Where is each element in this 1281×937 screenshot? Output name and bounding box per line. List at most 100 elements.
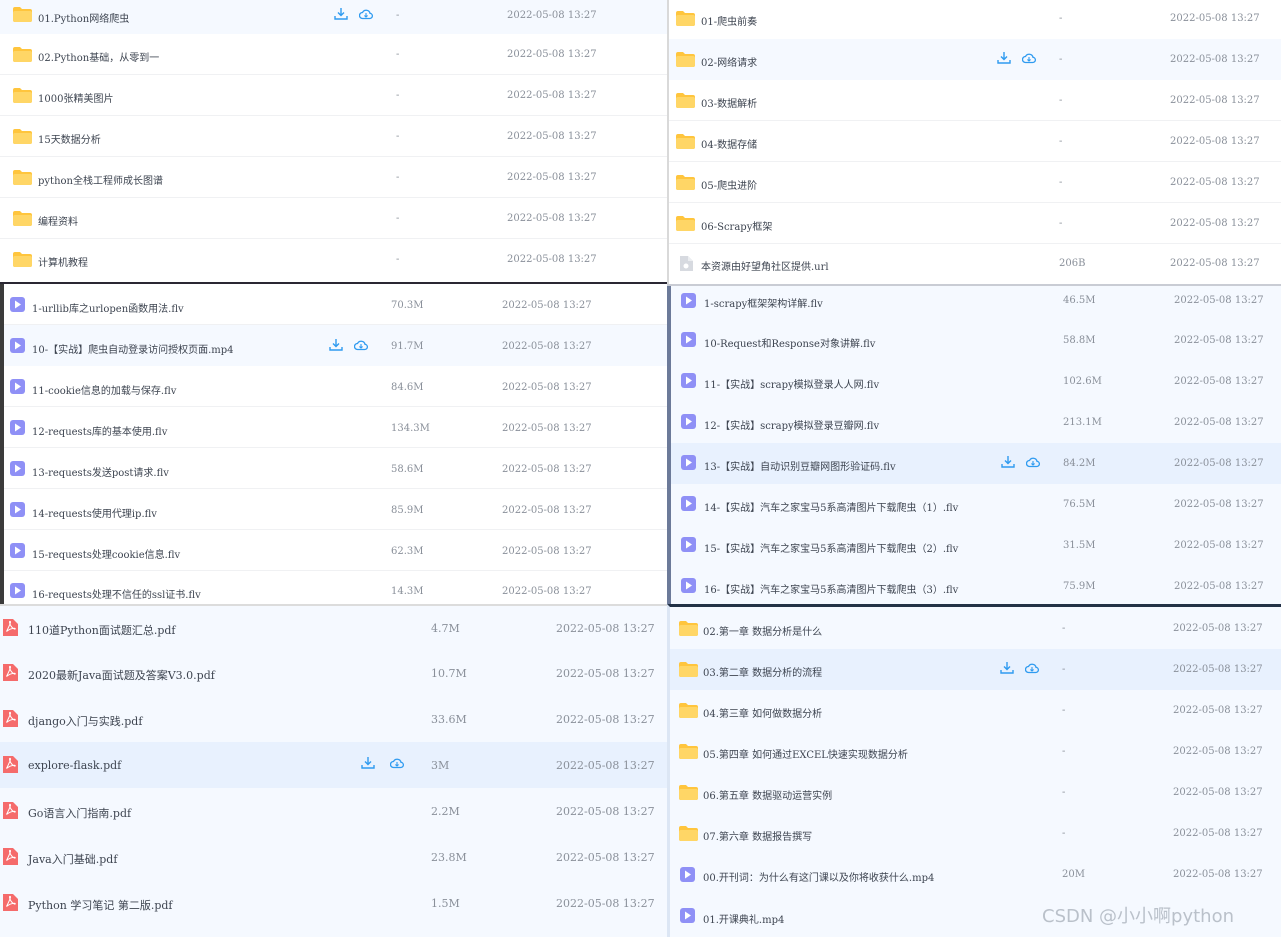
file-row[interactable]: Java入门基础.pdf 23.8M 2022-05-08 13:27 [0,834,667,880]
file-name[interactable]: 15天数据分析 [38,131,101,146]
file-name[interactable]: 本资源由好望角社区提供.url [701,258,829,273]
file-name[interactable]: 05-爬虫进阶 [701,177,757,192]
file-name[interactable]: 06.第五章 数据驱动运营实例 [703,787,832,802]
cloud-save-icon[interactable] [1025,662,1039,674]
file-name[interactable]: 10-Request和Response对象讲解.flv [704,335,875,350]
file-row[interactable]: 01-爬虫前奏 - 2022-05-08 13:27 [669,0,1281,39]
file-name[interactable]: 13-【实战】自动识别豆瓣网图形验证码.flv [704,458,896,473]
file-row[interactable]: 06.第五章 数据驱动运营实例 - 2022-05-08 13:27 [670,772,1281,813]
file-row[interactable]: 1-urllib库之urlopen函数用法.flv 70.3M 2022-05-… [4,284,667,325]
file-name[interactable]: 14-【实战】汽车之家宝马5系高清图片下载爬虫（1）.flv [704,499,958,514]
file-row[interactable]: 14-【实战】汽车之家宝马5系高清图片下载爬虫（1）.flv 76.5M 202… [671,484,1281,525]
file-name[interactable]: 01-爬虫前奏 [701,13,757,28]
file-row[interactable]: 2020最新Java面试题及答案V3.0.pdf 10.7M 2022-05-0… [0,650,667,696]
file-name[interactable]: 01.Python网络爬虫 [38,10,129,25]
file-row[interactable]: django入门与实践.pdf 33.6M 2022-05-08 13:27 [0,696,667,742]
download-icon[interactable] [334,8,348,20]
file-name[interactable]: 03-数据解析 [701,95,757,110]
file-row[interactable]: 10-【实战】爬虫自动登录访问授权页面.mp4 91.7M 2022-05-08… [4,325,667,366]
file-row[interactable]: 15天数据分析 - 2022-05-08 13:27 [0,116,667,157]
file-row[interactable]: python全栈工程师成长图谱 - 2022-05-08 13:27 [0,157,667,198]
file-row[interactable]: Python 学习笔记 第二版.pdf 1.5M 2022-05-08 13:2… [0,880,667,926]
cloud-save-icon[interactable] [390,757,404,769]
file-name[interactable]: 12-【实战】scrapy模拟登录豆瓣网.flv [704,417,879,432]
file-row[interactable]: 16-【实战】汽车之家宝马5系高清图片下载爬虫（3）.flv 75.9M 202… [671,566,1281,604]
file-name[interactable]: 07.第六章 数据报告撰写 [703,828,812,843]
file-row[interactable]: 05-爬虫进阶 - 2022-05-08 13:27 [669,162,1281,203]
file-name[interactable]: 16-【实战】汽车之家宝马5系高清图片下载爬虫（3）.flv [704,581,958,596]
file-name[interactable]: 110道Python面试题汇总.pdf [28,622,175,638]
file-name[interactable]: 05.第四章 如何通过EXCEL快速实现数据分析 [703,746,908,761]
file-name[interactable]: 01.开课典礼.mp4 [703,911,784,926]
download-icon[interactable] [361,757,375,769]
file-name[interactable]: 13-requests发送post请求.flv [32,464,169,479]
file-row[interactable]: 04.第三章 如何做数据分析 - 2022-05-08 13:27 [670,690,1281,731]
file-row[interactable]: 03.第二章 数据分析的流程 - 2022-05-08 13:27 [670,649,1281,690]
file-row[interactable]: 02.第一章 数据分析是什么 - 2022-05-08 13:27 [670,607,1281,649]
file-row[interactable]: 计算机教程 - 2022-05-08 13:27 [0,239,667,280]
cloud-save-icon[interactable] [1022,52,1036,64]
file-name[interactable]: Java入门基础.pdf [28,851,117,867]
download-icon[interactable] [329,339,343,351]
file-row[interactable]: 110道Python面试题汇总.pdf 4.7M 2022-05-08 13:2… [0,606,667,650]
file-row[interactable]: 05.第四章 如何通过EXCEL快速实现数据分析 - 2022-05-08 13… [670,731,1281,772]
file-name[interactable]: Go语言入门指南.pdf [28,805,131,821]
file-row[interactable]: 本资源由好望角社区提供.url 206B 2022-05-08 13:27 [669,244,1281,284]
file-row[interactable]: 13-requests发送post请求.flv 58.6M 2022-05-08… [4,448,667,489]
file-name[interactable]: 2020最新Java面试题及答案V3.0.pdf [28,667,215,683]
file-row[interactable]: 编程资料 - 2022-05-08 13:27 [0,198,667,239]
file-name[interactable]: explore-flask.pdf [28,759,121,772]
file-name[interactable]: 计算机教程 [38,254,88,269]
file-row[interactable]: 07.第六章 数据报告撰写 - 2022-05-08 13:27 [670,813,1281,854]
file-row[interactable]: 12-requests库的基本使用.flv 134.3M 2022-05-08 … [4,407,667,448]
file-row[interactable]: 12-【实战】scrapy模拟登录豆瓣网.flv 213.1M 2022-05-… [671,402,1281,443]
file-row[interactable]: 15-requests处理cookie信息.flv 62.3M 2022-05-… [4,530,667,571]
file-name[interactable]: 04.第三章 如何做数据分析 [703,705,822,720]
file-name[interactable]: 02.Python基础，从零到一 [38,49,159,64]
file-name[interactable]: 15-requests处理cookie信息.flv [32,546,180,561]
file-name[interactable]: 11-cookie信息的加载与保存.flv [32,382,176,397]
cloud-save-icon[interactable] [1026,456,1040,468]
file-name[interactable]: 14-requests使用代理ip.flv [32,505,157,520]
file-name[interactable]: 11-【实战】scrapy模拟登录人人网.flv [704,376,879,391]
file-name[interactable]: 02.第一章 数据分析是什么 [703,623,822,638]
file-name[interactable]: 02-网络请求 [701,54,757,69]
file-row[interactable]: 01.Python网络爬虫 - 2022-05-08 13:27 [0,0,667,34]
file-row[interactable]: 15-【实战】汽车之家宝马5系高清图片下载爬虫（2）.flv 31.5M 202… [671,525,1281,566]
file-row[interactable]: 02.Python基础，从零到一 - 2022-05-08 13:27 [0,34,667,75]
file-row[interactable]: 16-requests处理不信任的ssl证书.flv 14.3M 2022-05… [4,571,667,604]
file-name[interactable]: django入门与实践.pdf [28,713,142,729]
file-name[interactable]: 12-requests库的基本使用.flv [32,423,167,438]
download-icon[interactable] [997,52,1011,64]
file-row[interactable]: 11-【实战】scrapy模拟登录人人网.flv 102.6M 2022-05-… [671,361,1281,402]
file-row[interactable]: explore-flask.pdf 3M 2022-05-08 13:27 [0,742,667,788]
file-name[interactable]: 16-requests处理不信任的ssl证书.flv [32,586,201,601]
file-row[interactable]: 06-Scrapy框架 - 2022-05-08 13:27 [669,203,1281,244]
file-row[interactable]: 10-Request和Response对象讲解.flv 58.8M 2022-0… [671,320,1281,361]
file-name[interactable]: 00.开刊词：为什么有这门课以及你将收获什么.mp4 [703,869,934,884]
download-icon[interactable] [1001,456,1015,468]
file-name[interactable]: 1-scrapy框架架构详解.flv [704,295,823,310]
file-name[interactable]: 03.第二章 数据分析的流程 [703,664,822,679]
file-row[interactable]: 14-requests使用代理ip.flv 85.9M 2022-05-08 1… [4,489,667,530]
file-name[interactable]: 1000张精美图片 [38,90,113,105]
cloud-save-icon[interactable] [354,339,368,351]
file-name[interactable]: 编程资料 [38,213,78,228]
file-name[interactable]: 10-【实战】爬虫自动登录访问授权页面.mp4 [32,341,234,356]
file-row[interactable]: 13-【实战】自动识别豆瓣网图形验证码.flv 84.2M 2022-05-08… [671,443,1281,484]
file-row[interactable]: Go语言入门指南.pdf 2.2M 2022-05-08 13:27 [0,788,667,834]
file-row[interactable]: 1000张精美图片 - 2022-05-08 13:27 [0,75,667,116]
file-name[interactable]: 04-数据存储 [701,136,757,151]
download-icon[interactable] [1000,662,1014,674]
file-name[interactable]: Python 学习笔记 第二版.pdf [28,897,172,913]
file-name[interactable]: 1-urllib库之urlopen函数用法.flv [32,300,184,315]
file-row[interactable]: 03-数据解析 - 2022-05-08 13:27 [669,80,1281,121]
file-name[interactable]: python全栈工程师成长图谱 [38,172,163,187]
file-row[interactable]: 00.开刊词：为什么有这门课以及你将收获什么.mp4 20M 2022-05-0… [670,854,1281,895]
file-name[interactable]: 15-【实战】汽车之家宝马5系高清图片下载爬虫（2）.flv [704,540,958,555]
file-name[interactable]: 06-Scrapy框架 [701,218,772,233]
file-row[interactable]: 11-cookie信息的加载与保存.flv 84.6M 2022-05-08 1… [4,366,667,407]
file-row[interactable]: 1-scrapy框架架构详解.flv 46.5M 2022-05-08 13:2… [671,286,1281,320]
file-row[interactable]: 02-网络请求 - 2022-05-08 13:27 [669,39,1281,80]
cloud-save-icon[interactable] [359,8,373,20]
